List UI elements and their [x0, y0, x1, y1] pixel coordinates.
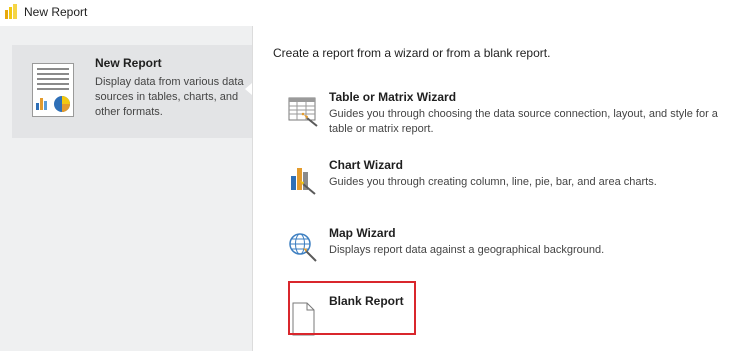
option-description: Guides you through choosing the data sou… [329, 108, 718, 135]
report-builder-app-icon [5, 4, 17, 19]
wizard-options-pane: Create a report from a wizard or from a … [253, 26, 747, 351]
blank-report-highlight-box [288, 281, 416, 335]
sidebar-item-new-report[interactable]: New Report Display data from various dat… [12, 45, 252, 138]
table-wizard-icon [288, 97, 318, 127]
window-title: New Report [24, 5, 88, 19]
option-description: Displays report data against a geographi… [329, 244, 605, 256]
sidebar-item-description: Display data from various data sources i… [95, 76, 244, 118]
sidebar-item-title: New Report [95, 56, 162, 70]
table-matrix-wizard-option[interactable]: Table or Matrix Wizard Guides you throug… [283, 90, 723, 146]
selection-pointer [245, 83, 252, 95]
chart-wizard-icon [291, 168, 316, 195]
title-bar: New Report [0, 0, 747, 26]
option-title: Map Wizard [329, 226, 396, 240]
map-wizard-icon [289, 233, 317, 262]
template-sidebar: New Report Display data from various dat… [0, 26, 253, 351]
report-document-icon [32, 63, 74, 117]
new-report-window: New Report New Report Display data from … [0, 0, 747, 351]
map-wizard-option[interactable]: Map Wizard Displays report data against … [283, 226, 723, 282]
option-title: Table or Matrix Wizard [329, 90, 457, 104]
option-description: Guides you through creating column, line… [329, 176, 657, 188]
option-title: Chart Wizard [329, 158, 403, 172]
chart-wizard-option[interactable]: Chart Wizard Guides you through creating… [283, 158, 723, 214]
intro-text: Create a report from a wizard or from a … [273, 46, 551, 60]
